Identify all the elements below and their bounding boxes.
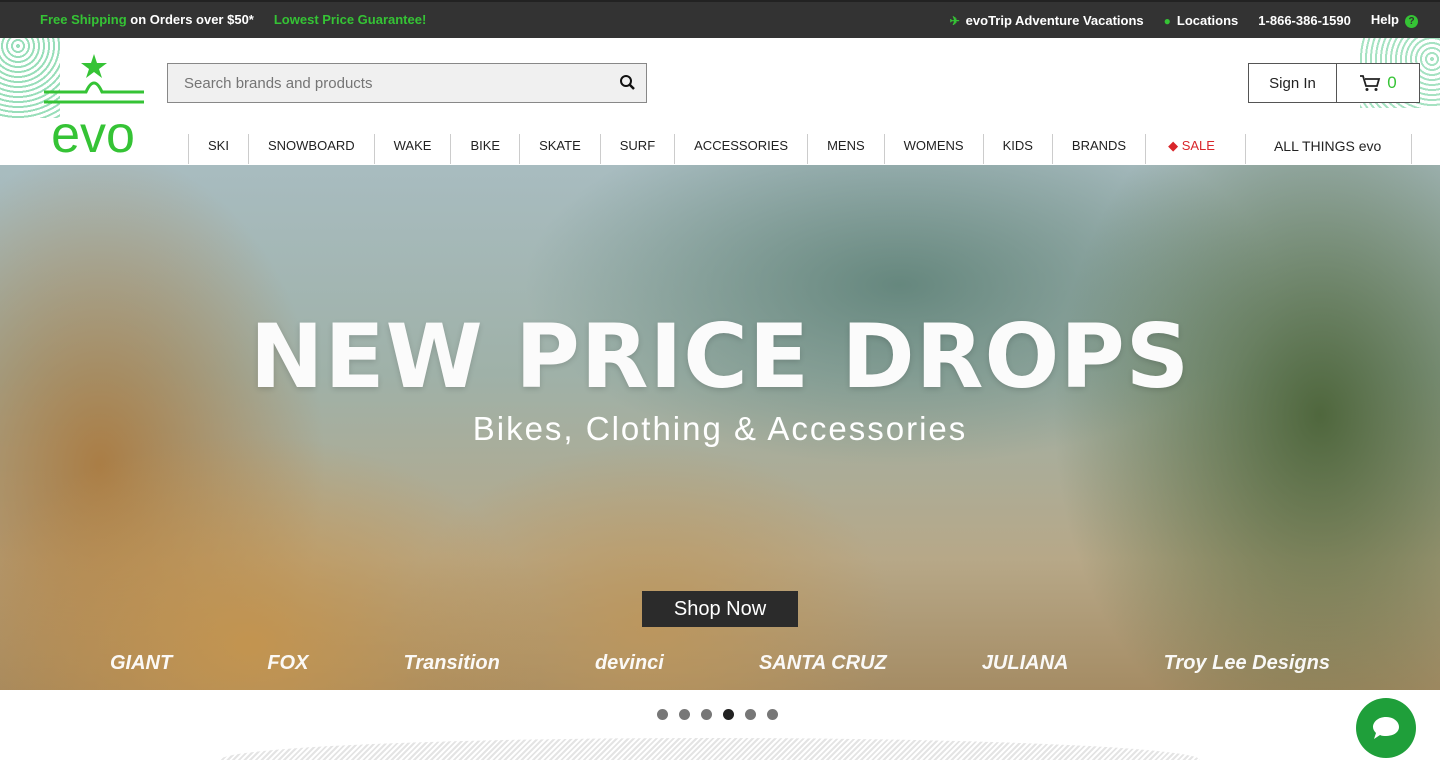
brand-logo-devinci: devinci (594, 652, 664, 674)
nav-sale[interactable]: ◆ SALE (1145, 134, 1245, 164)
nav-mens[interactable]: MENS (807, 134, 884, 164)
promo-messages: Free Shipping on Orders over $50* Lowest… (40, 12, 426, 27)
top-bar: Free Shipping on Orders over $50* Lowest… (0, 0, 1440, 38)
brand-logo-transition: Transition (403, 652, 500, 674)
brand-logo-santa-cruz: SANTA CRUZ (758, 652, 887, 674)
nav-surf[interactable]: SURF (599, 134, 674, 164)
svg-text:evo: evo (51, 106, 135, 157)
nav-bike[interactable]: BIKE (450, 134, 519, 164)
question-icon: ? (1405, 15, 1418, 28)
locations-link[interactable]: ● Locations (1164, 13, 1239, 28)
evo-logo[interactable]: evo (36, 52, 151, 164)
tag-icon: ◆ (1168, 138, 1182, 153)
nav-ski[interactable]: SKI (188, 134, 248, 164)
nav-snowboard[interactable]: SNOWBOARD (247, 134, 374, 164)
help-link[interactable]: Help? (1371, 12, 1418, 28)
nav-all-things-evo[interactable]: ALL THINGS evo (1244, 134, 1413, 164)
cart-count: 0 (1387, 73, 1397, 92)
carousel-dot-active[interactable] (723, 709, 734, 720)
evotrip-link[interactable]: ✈ evoTrip Adventure Vacations (950, 13, 1144, 28)
section-divider (220, 738, 1200, 760)
hero-banner[interactable]: NEW PRICE DROPS Bikes, Clothing & Access… (0, 165, 1440, 690)
shop-now-button[interactable]: Shop Now (642, 591, 798, 627)
brand-logo-fox: FOX (267, 652, 309, 674)
nav-brands[interactable]: BRANDS (1051, 134, 1145, 164)
carousel-dot[interactable] (657, 709, 668, 720)
nav-accessories[interactable]: ACCESSORIES (674, 134, 807, 164)
phone-link[interactable]: 1-866-386-1590 (1258, 13, 1351, 28)
search-box (167, 63, 647, 103)
cart-button[interactable]: 0 (1337, 64, 1419, 102)
brand-logo-juliana: JULIANA (981, 652, 1069, 674)
search-icon[interactable] (618, 73, 638, 93)
brand-logo-troy-lee: Troy Lee Designs (1163, 652, 1330, 674)
brand-logo-giant: GIANT (110, 652, 173, 674)
carousel-dot[interactable] (745, 709, 756, 720)
hero-subtitle: Bikes, Clothing & Accessories (472, 410, 968, 447)
plane-icon: ✈ (949, 13, 960, 28)
free-shipping-message[interactable]: Free Shipping on Orders over $50* (40, 12, 254, 27)
nav-skate[interactable]: SKATE (519, 134, 600, 164)
map-pin-icon: ● (1163, 13, 1171, 28)
site-header: evo Sign In 0 SKI SNOWBOARD WAKE BIKE SK… (0, 38, 1440, 165)
main-nav: SKI SNOWBOARD WAKE BIKE SKATE SURF ACCES… (188, 134, 1413, 164)
chat-button[interactable] (1356, 698, 1416, 758)
chat-bubble-icon (1373, 717, 1399, 739)
hero-title: NEW PRICE DROPS (249, 305, 1191, 408)
sign-in-button[interactable]: Sign In (1249, 64, 1337, 102)
nav-kids[interactable]: KIDS (982, 134, 1052, 164)
carousel-dots (657, 709, 778, 720)
carousel-dot[interactable] (679, 709, 690, 720)
evo-logo-icon: evo (44, 54, 144, 164)
utility-links: ✈ evoTrip Adventure Vacations ● Locations … (950, 12, 1418, 28)
account-cart-box: Sign In 0 (1248, 63, 1420, 103)
carousel-dot[interactable] (701, 709, 712, 720)
carousel-dot[interactable] (767, 709, 778, 720)
lowest-price-link[interactable]: Lowest Price Guarantee! (274, 12, 426, 27)
nav-womens[interactable]: WOMENS (883, 134, 983, 164)
search-input[interactable] (168, 64, 598, 102)
shopping-cart-icon (1360, 75, 1381, 91)
brand-logos: GIANT FOX Transition devinci SANTA CRUZ … (110, 652, 1330, 675)
nav-wake[interactable]: WAKE (373, 134, 451, 164)
